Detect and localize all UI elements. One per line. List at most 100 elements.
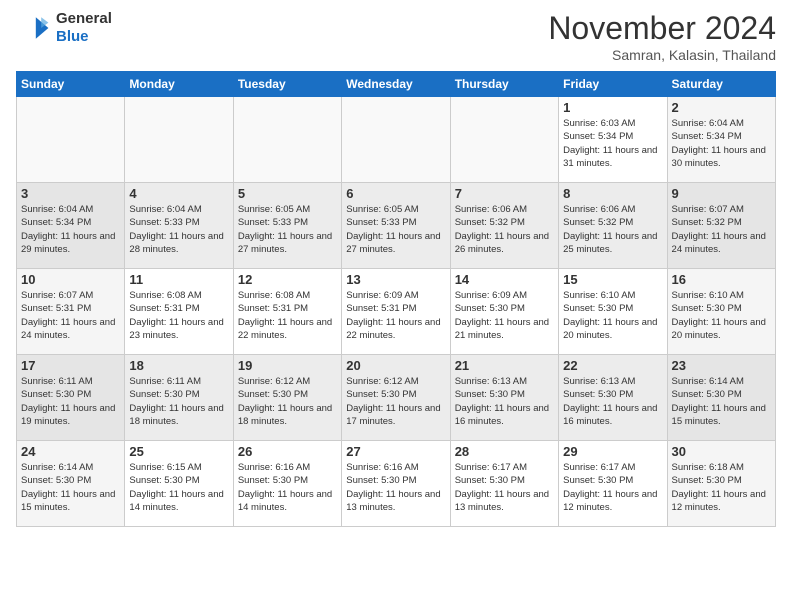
day-info: Sunrise: 6:12 AM Sunset: 5:30 PM Dayligh… bbox=[238, 375, 337, 428]
day-info: Sunrise: 6:08 AM Sunset: 5:31 PM Dayligh… bbox=[129, 289, 228, 342]
day-info: Sunrise: 6:13 AM Sunset: 5:30 PM Dayligh… bbox=[455, 375, 554, 428]
month-title: November 2024 bbox=[548, 10, 776, 47]
day-number: 29 bbox=[563, 444, 662, 459]
day-info: Sunrise: 6:12 AM Sunset: 5:30 PM Dayligh… bbox=[346, 375, 445, 428]
day-cell: 30Sunrise: 6:18 AM Sunset: 5:30 PM Dayli… bbox=[667, 441, 775, 527]
day-info: Sunrise: 6:17 AM Sunset: 5:30 PM Dayligh… bbox=[563, 461, 662, 514]
day-number: 13 bbox=[346, 272, 445, 287]
day-number: 30 bbox=[672, 444, 771, 459]
day-cell: 11 Sunrise: 6:08 AM Sunset: 5:31 PM Dayli… bbox=[125, 269, 233, 355]
day-info: Sunrise: 6:09 AM Sunset: 5:31 PM Dayligh… bbox=[346, 289, 445, 342]
subtitle: Samran, Kalasin, Thailand bbox=[548, 47, 776, 63]
week-row-1: 1 Sunrise: 6:03 AM Sunset: 5:34 PM Daylig… bbox=[17, 97, 776, 183]
day-cell bbox=[125, 97, 233, 183]
day-cell: 5Sunrise: 6:05 AM Sunset: 5:33 PM Daylig… bbox=[233, 183, 341, 269]
day-cell: 18Sunrise: 6:11 AM Sunset: 5:30 PM Dayli… bbox=[125, 355, 233, 441]
day-cell: 19 Sunrise: 6:12 AM Sunset: 5:30 PM Dayli… bbox=[233, 355, 341, 441]
day-number: 9 bbox=[672, 186, 771, 201]
day-number: 5 bbox=[238, 186, 337, 201]
day-info: Sunrise: 6:13 AM Sunset: 5:30 PM Dayligh… bbox=[563, 375, 662, 428]
col-sunday: Sunday bbox=[17, 72, 125, 97]
day-cell bbox=[17, 97, 125, 183]
day-cell: 3Sunrise: 6:04 AM Sunset: 5:34 PM Daylig… bbox=[17, 183, 125, 269]
day-info: Sunrise: 6:16 AM Sunset: 5:30 PM Dayligh… bbox=[346, 461, 445, 514]
day-cell: 14 Sunrise: 6:09 AM Sunset: 5:30 PM Dayli… bbox=[450, 269, 558, 355]
day-number: 22 bbox=[563, 358, 662, 373]
day-info: Sunrise: 6:08 AM Sunset: 5:31 PM Dayligh… bbox=[238, 289, 337, 342]
day-info: Sunrise: 6:11 AM Sunset: 5:30 PM Dayligh… bbox=[21, 375, 120, 428]
day-info: Sunrise: 6:10 AM Sunset: 5:30 PM Dayligh… bbox=[672, 289, 771, 342]
day-number: 24 bbox=[21, 444, 120, 459]
day-number: 7 bbox=[455, 186, 554, 201]
day-cell: 6Sunrise: 6:05 AM Sunset: 5:33 PM Daylig… bbox=[342, 183, 450, 269]
day-number: 4 bbox=[129, 186, 228, 201]
logo-blue: Blue bbox=[56, 28, 89, 45]
title-block: November 2024 Samran, Kalasin, Thailand bbox=[548, 10, 776, 63]
day-number: 28 bbox=[455, 444, 554, 459]
day-cell: 1 Sunrise: 6:03 AM Sunset: 5:34 PM Daylig… bbox=[559, 97, 667, 183]
day-number: 19 bbox=[238, 358, 337, 373]
logo-general: General bbox=[56, 10, 112, 27]
day-cell: 16 Sunrise: 6:10 AM Sunset: 5:30 PM Dayli… bbox=[667, 269, 775, 355]
day-number: 20 bbox=[346, 358, 445, 373]
day-number: 2 bbox=[672, 100, 771, 115]
day-number: 18 bbox=[129, 358, 228, 373]
col-friday: Friday bbox=[559, 72, 667, 97]
day-number: 6 bbox=[346, 186, 445, 201]
day-cell bbox=[342, 97, 450, 183]
day-cell: 13 Sunrise: 6:09 AM Sunset: 5:31 PM Dayli… bbox=[342, 269, 450, 355]
page: General Blue November 2024 Samran, Kalas… bbox=[0, 0, 792, 537]
day-cell: 25Sunrise: 6:15 AM Sunset: 5:30 PM Dayli… bbox=[125, 441, 233, 527]
col-monday: Monday bbox=[125, 72, 233, 97]
day-cell: 23 Sunrise: 6:14 AM Sunset: 5:30 PM Dayli… bbox=[667, 355, 775, 441]
calendar-table: Sunday Monday Tuesday Wednesday Thursday… bbox=[16, 71, 776, 527]
week-row-5: 24Sunrise: 6:14 AM Sunset: 5:30 PM Dayli… bbox=[17, 441, 776, 527]
day-number: 17 bbox=[21, 358, 120, 373]
day-info: Sunrise: 6:03 AM Sunset: 5:34 PM Dayligh… bbox=[563, 117, 662, 170]
col-saturday: Saturday bbox=[667, 72, 775, 97]
day-info: Sunrise: 6:07 AM Sunset: 5:32 PM Dayligh… bbox=[672, 203, 771, 256]
day-info: Sunrise: 6:10 AM Sunset: 5:30 PM Dayligh… bbox=[563, 289, 662, 342]
week-row-2: 3Sunrise: 6:04 AM Sunset: 5:34 PM Daylig… bbox=[17, 183, 776, 269]
weekday-header-row: Sunday Monday Tuesday Wednesday Thursday… bbox=[17, 72, 776, 97]
day-info: Sunrise: 6:04 AM Sunset: 5:34 PM Dayligh… bbox=[672, 117, 771, 170]
week-row-4: 17 Sunrise: 6:11 AM Sunset: 5:30 PM Dayli… bbox=[17, 355, 776, 441]
day-number: 12 bbox=[238, 272, 337, 287]
day-info: Sunrise: 6:14 AM Sunset: 5:30 PM Dayligh… bbox=[672, 375, 771, 428]
day-number: 27 bbox=[346, 444, 445, 459]
logo: General Blue bbox=[16, 10, 112, 46]
day-cell: 9 Sunrise: 6:07 AM Sunset: 5:32 PM Daylig… bbox=[667, 183, 775, 269]
day-number: 26 bbox=[238, 444, 337, 459]
day-number: 14 bbox=[455, 272, 554, 287]
day-number: 16 bbox=[672, 272, 771, 287]
day-cell: 29 Sunrise: 6:17 AM Sunset: 5:30 PM Dayli… bbox=[559, 441, 667, 527]
day-cell: 22 Sunrise: 6:13 AM Sunset: 5:30 PM Dayli… bbox=[559, 355, 667, 441]
day-cell: 17 Sunrise: 6:11 AM Sunset: 5:30 PM Dayli… bbox=[17, 355, 125, 441]
day-info: Sunrise: 6:16 AM Sunset: 5:30 PM Dayligh… bbox=[238, 461, 337, 514]
logo-icon bbox=[16, 10, 52, 46]
day-cell: 10Sunrise: 6:07 AM Sunset: 5:31 PM Dayli… bbox=[17, 269, 125, 355]
day-info: Sunrise: 6:07 AM Sunset: 5:31 PM Dayligh… bbox=[21, 289, 120, 342]
day-cell: 4 Sunrise: 6:04 AM Sunset: 5:33 PM Daylig… bbox=[125, 183, 233, 269]
day-number: 15 bbox=[563, 272, 662, 287]
day-info: Sunrise: 6:04 AM Sunset: 5:34 PM Dayligh… bbox=[21, 203, 120, 256]
day-cell bbox=[450, 97, 558, 183]
day-cell: 28 Sunrise: 6:17 AM Sunset: 5:30 PM Dayli… bbox=[450, 441, 558, 527]
day-number: 23 bbox=[672, 358, 771, 373]
day-cell: 27 Sunrise: 6:16 AM Sunset: 5:30 PM Dayli… bbox=[342, 441, 450, 527]
col-wednesday: Wednesday bbox=[342, 72, 450, 97]
day-cell: 15 Sunrise: 6:10 AM Sunset: 5:30 PM Dayli… bbox=[559, 269, 667, 355]
header: General Blue November 2024 Samran, Kalas… bbox=[16, 10, 776, 63]
day-cell: 8Sunrise: 6:06 AM Sunset: 5:32 PM Daylig… bbox=[559, 183, 667, 269]
day-number: 1 bbox=[563, 100, 662, 115]
day-cell: 24Sunrise: 6:14 AM Sunset: 5:30 PM Dayli… bbox=[17, 441, 125, 527]
day-cell: 12 Sunrise: 6:08 AM Sunset: 5:31 PM Dayli… bbox=[233, 269, 341, 355]
day-info: Sunrise: 6:09 AM Sunset: 5:30 PM Dayligh… bbox=[455, 289, 554, 342]
day-info: Sunrise: 6:06 AM Sunset: 5:32 PM Dayligh… bbox=[455, 203, 554, 256]
day-info: Sunrise: 6:17 AM Sunset: 5:30 PM Dayligh… bbox=[455, 461, 554, 514]
day-number: 8 bbox=[563, 186, 662, 201]
day-cell: 21Sunrise: 6:13 AM Sunset: 5:30 PM Dayli… bbox=[450, 355, 558, 441]
day-info: Sunrise: 6:04 AM Sunset: 5:33 PM Dayligh… bbox=[129, 203, 228, 256]
day-number: 11 bbox=[129, 272, 228, 287]
week-row-3: 10Sunrise: 6:07 AM Sunset: 5:31 PM Dayli… bbox=[17, 269, 776, 355]
